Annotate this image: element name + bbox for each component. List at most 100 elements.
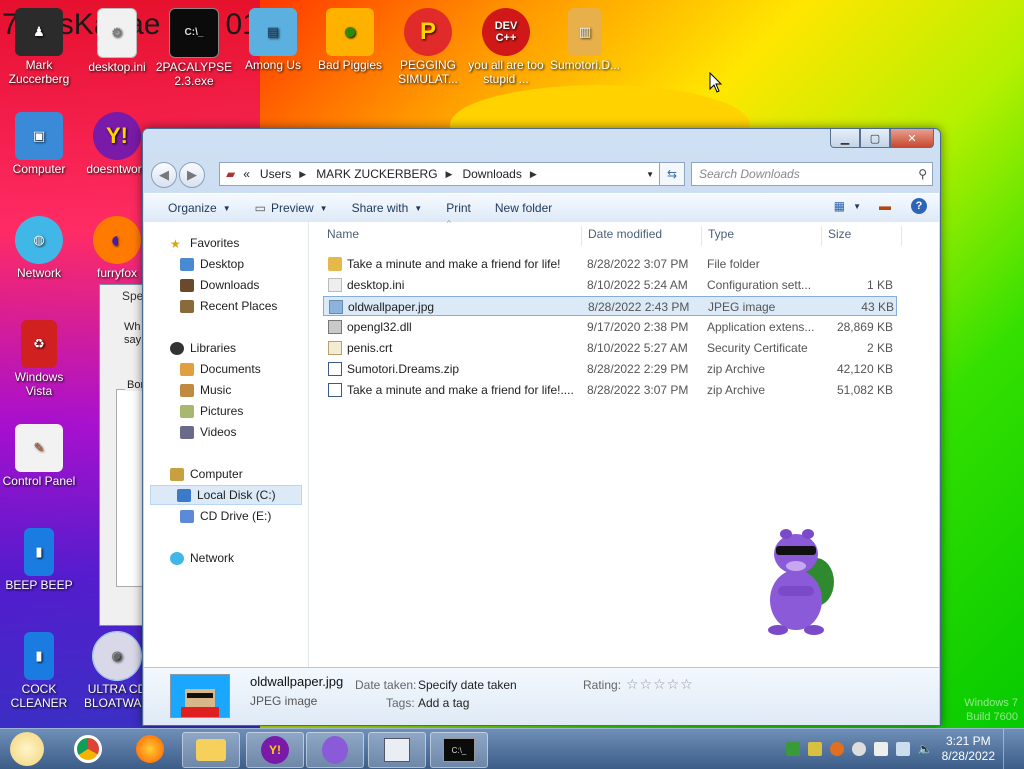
breadcrumb-downloads[interactable]: Downloads <box>462 167 521 181</box>
explorer-folder-icon <box>196 739 226 761</box>
taskbar-bonzi[interactable] <box>306 732 364 768</box>
desktop-icon-bad-piggies[interactable]: ● Bad Piggies <box>311 8 389 72</box>
desktop-icon-2pacalypse[interactable]: C:\_ 2PACALYPSE 2.3.exe <box>155 8 233 88</box>
organize-menu[interactable]: Organize ▼ <box>168 201 231 215</box>
yahoo-icon: Y! <box>261 736 289 764</box>
person-icon: ♟ <box>15 8 63 56</box>
image-file-icon <box>329 300 343 314</box>
desktop-icon-beep-beep[interactable]: ▮ BEEP BEEP <box>0 528 78 592</box>
desktop-icon-dev-cpp[interactable]: DEV C++ you all are too stupid ... <box>467 8 545 86</box>
change-view-icon[interactable]: ▦ <box>834 199 845 213</box>
column-header-type[interactable]: Type <box>708 227 734 247</box>
zip-file-icon <box>328 383 342 397</box>
desktop-icon-control-panel[interactable]: ✎ Control Panel <box>0 424 78 488</box>
desktop-icon-among-us[interactable]: ▤ Among Us <box>234 8 312 72</box>
taskbar-clock[interactable]: 3:21 PM 8/28/2022 <box>942 734 995 764</box>
preview-pane-icon[interactable]: ▬ <box>879 199 891 213</box>
print-button[interactable]: Print <box>446 201 471 215</box>
breadcrumb-arrow-icon[interactable]: ▶ <box>299 169 306 180</box>
tags-field[interactable]: Add a tag <box>418 696 469 710</box>
nav-local-disk[interactable]: Local Disk (C:) <box>150 485 302 505</box>
windows-watermark: Windows 7 Build 7600 <box>964 697 1018 723</box>
nav-videos[interactable]: Videos <box>180 422 236 442</box>
maximize-button[interactable]: ▢ <box>860 129 890 148</box>
new-folder-button[interactable]: New folder <box>495 201 552 215</box>
share-with-menu[interactable]: Share with ▼ <box>352 201 423 215</box>
search-box[interactable]: Search Downloads ⚲ <box>691 162 933 186</box>
desktop-icon <box>180 257 194 271</box>
file-row[interactable]: penis.crt 8/10/2022 5:27 AM Security Cer… <box>323 338 897 358</box>
minimize-button[interactable]: ▁ <box>830 129 860 148</box>
breadcrumb-mark-zuckerberg[interactable]: MARK ZUCKERBERG <box>316 167 437 181</box>
column-header-size[interactable]: Size <box>828 227 851 247</box>
explorer-window[interactable]: ▁ ▢ ✕ ◀ ▶ ▰ « Users ▶ MARK ZUCKERBERG ▶ … <box>142 128 941 726</box>
bad-piggies-icon: ● <box>326 8 374 56</box>
start-button[interactable] <box>2 732 52 766</box>
column-header-name[interactable]: Name <box>327 227 359 247</box>
back-button[interactable]: ◀ <box>151 162 177 188</box>
taskbar-yahoo[interactable]: Y! <box>246 732 304 768</box>
nav-libraries[interactable]: Libraries <box>170 338 236 358</box>
forward-button[interactable]: ▶ <box>179 162 205 188</box>
action-center-icon[interactable] <box>873 742 888 756</box>
desktop-icon-pegging-simulator[interactable]: P PEGGING SIMULAT... <box>389 8 467 86</box>
search-icon[interactable]: ⚲ <box>918 167 927 181</box>
desktop-icon-sumotori[interactable]: ▥ Sumotori.D... <box>546 8 624 72</box>
nav-computer[interactable]: Computer <box>170 464 243 484</box>
chevron-down-icon: ▼ <box>222 203 231 213</box>
show-desktop-button[interactable] <box>1003 729 1016 769</box>
desktop-icon-recycle-bin[interactable]: ♻ Windows Vista <box>0 320 78 398</box>
system-tray: 🔈 3:21 PM 8/28/2022 <box>778 729 1016 769</box>
file-row[interactable]: Take a minute and make a friend for life… <box>323 254 897 274</box>
nav-music[interactable]: Music <box>180 380 231 400</box>
preview-menu[interactable]: ▭ Preview ▼ <box>255 201 328 215</box>
bonzi-buddy-character[interactable] <box>756 522 836 637</box>
tray-app-icon[interactable] <box>807 742 822 756</box>
desktop-icon-computer[interactable]: ▣ Computer <box>0 112 78 176</box>
help-icon[interactable]: ? <box>911 198 927 214</box>
search-input[interactable]: Search Downloads <box>699 167 918 181</box>
nav-downloads[interactable]: Downloads <box>180 275 259 295</box>
taskbar-explorer[interactable] <box>182 732 240 768</box>
nav-pictures[interactable]: Pictures <box>180 401 243 421</box>
chevron-down-icon: ▼ <box>414 203 423 213</box>
breadcrumb-arrow-icon[interactable]: ▶ <box>446 169 453 180</box>
taskbar-explorer-window[interactable] <box>368 732 426 768</box>
breadcrumb-users[interactable]: Users <box>260 167 291 181</box>
nav-favorites[interactable]: ★ Favorites <box>170 233 239 253</box>
search-icon[interactable] <box>829 742 844 756</box>
nav-recent-places[interactable]: Recent Places <box>180 296 277 316</box>
dialog-line-2: say <box>124 334 142 346</box>
address-overflow[interactable]: « <box>243 167 250 181</box>
rating-stars[interactable]: ☆☆☆☆☆ <box>626 676 694 693</box>
nav-cd-drive[interactable]: CD Drive (E:) <box>180 506 271 526</box>
close-button[interactable]: ✕ <box>890 129 934 148</box>
desktop-icon-cock-cleaner[interactable]: ▮ COCK CLEANER <box>0 632 78 710</box>
desktop-icon-desktop-ini[interactable]: ⚙ desktop.ini <box>78 8 156 74</box>
file-row-selected[interactable]: oldwallpaper.jpg 8/28/2022 2:43 PM JPEG … <box>323 296 897 316</box>
taskbar-console[interactable]: C:\_ <box>430 732 488 768</box>
file-row[interactable]: Take a minute and make a friend for life… <box>323 380 897 400</box>
network-tray-icon[interactable] <box>895 742 910 756</box>
tray-app-icon[interactable] <box>785 742 800 756</box>
breadcrumb-arrow-icon[interactable]: ▶ <box>530 169 537 180</box>
address-dropdown-icon[interactable]: ▼ <box>646 170 654 179</box>
column-header-date[interactable]: Date modified <box>588 227 662 247</box>
desktop-icon-network[interactable]: ◍ Network <box>0 216 78 280</box>
file-row[interactable]: Sumotori.Dreams.zip 8/28/2022 2:29 PM zi… <box>323 359 897 379</box>
nav-documents[interactable]: Documents <box>180 359 261 379</box>
taskbar-chrome[interactable] <box>60 732 116 766</box>
chevron-down-icon[interactable]: ▼ <box>853 202 861 211</box>
file-row[interactable]: opengl32.dll 9/17/2020 2:38 PM Applicati… <box>323 317 897 337</box>
nav-network[interactable]: Network <box>170 548 234 568</box>
file-list[interactable]: Name ^ Date modified Type Size Take a mi… <box>309 219 939 667</box>
file-row[interactable]: desktop.ini 8/10/2022 5:24 AM Configurat… <box>323 275 897 295</box>
refresh-button[interactable]: ⇆ <box>659 162 685 186</box>
desktop-icon-mark-zuccerberg[interactable]: ♟ Mark Zuccerberg <box>0 8 78 86</box>
address-bar[interactable]: ▰ « Users ▶ MARK ZUCKERBERG ▶ Downloads … <box>219 162 661 186</box>
nav-desktop[interactable]: Desktop <box>180 254 244 274</box>
tray-app-icon[interactable] <box>851 742 866 756</box>
date-taken-field[interactable]: Specify date taken <box>418 678 517 692</box>
taskbar-firefox[interactable] <box>122 732 178 766</box>
volume-icon[interactable]: 🔈 <box>918 742 933 756</box>
